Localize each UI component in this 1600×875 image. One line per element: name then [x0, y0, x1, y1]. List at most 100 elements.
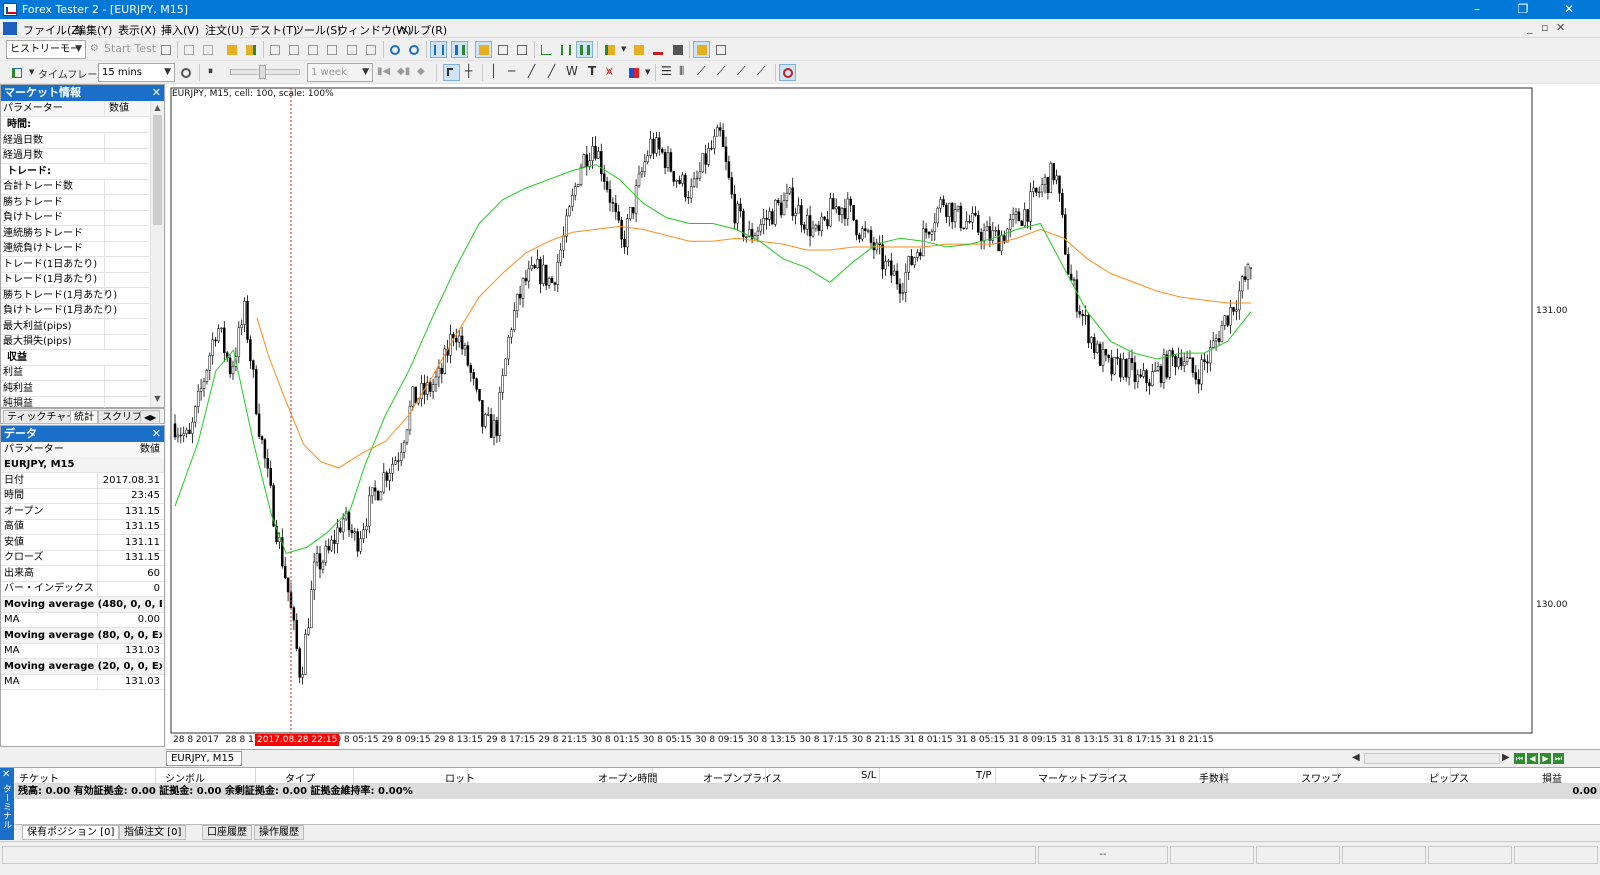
- column-separator[interactable]: [155, 768, 156, 783]
- channel-icon[interactable]: ☰: [661, 64, 672, 78]
- col-tp[interactable]: T/P: [976, 770, 992, 781]
- brush-icon[interactable]: [649, 41, 666, 58]
- zoom-in-icon[interactable]: [386, 41, 403, 58]
- tab-operation-history[interactable]: 操作履歴: [254, 825, 304, 840]
- candle-chart-icon[interactable]: [451, 41, 468, 58]
- scroll-right-icon[interactable]: ▶: [1502, 752, 1510, 763]
- minimize-button[interactable]: –: [1454, 0, 1500, 19]
- column-separator[interactable]: [1108, 768, 1109, 783]
- pending-order-icon[interactable]: [285, 41, 302, 58]
- new-chart-icon[interactable]: [8, 64, 25, 81]
- step-icon[interactable]: ◆▮: [397, 66, 410, 77]
- mdi-restore-button[interactable]: ▫: [1541, 21, 1548, 34]
- zoom-out-icon[interactable]: [405, 41, 422, 58]
- mode-select[interactable]: ヒストリーモード ▼: [6, 40, 86, 72]
- chart-shift-icon[interactable]: [513, 41, 530, 58]
- fibonacci-icon[interactable]: ⩙: [606, 64, 613, 79]
- fib-fan-icon[interactable]: ⟋: [717, 64, 725, 79]
- tab-open-positions[interactable]: 保有ポジション [0]: [22, 825, 120, 840]
- ray-icon[interactable]: ╱: [548, 64, 555, 78]
- vertical-line-icon[interactable]: │: [490, 64, 497, 78]
- col-open-price[interactable]: オープンプライス: [703, 770, 782, 785]
- chart-tab-eurjpy[interactable]: EURJPY, M15: [166, 751, 242, 766]
- menu-tools[interactable]: ツール(S): [293, 22, 342, 38]
- chevron-down-icon[interactable]: ▼: [645, 68, 650, 76]
- chart-hscroll[interactable]: [1364, 753, 1500, 764]
- scrollbar-thumb[interactable]: [153, 115, 162, 225]
- properties-icon[interactable]: [693, 41, 710, 58]
- menu-insert[interactable]: 挿入(V): [161, 22, 199, 38]
- copy-icon[interactable]: [180, 41, 197, 58]
- mdi-minimize-button[interactable]: _: [1527, 21, 1533, 34]
- tab-pending-orders[interactable]: 指値注文 [0]: [119, 825, 187, 840]
- new-order-icon[interactable]: [266, 41, 283, 58]
- list-icon[interactable]: [712, 41, 729, 58]
- mdi-close-button[interactable]: ✕: [1556, 21, 1565, 34]
- check-icon[interactable]: [323, 41, 340, 58]
- indicators-icon[interactable]: [601, 41, 618, 58]
- column-separator[interactable]: [879, 768, 880, 783]
- first-bar-icon[interactable]: ⏮: [1514, 753, 1525, 764]
- column-separator[interactable]: [1337, 768, 1338, 783]
- andrews-icon[interactable]: ⟋: [757, 64, 765, 79]
- trend-line-icon[interactable]: ╱: [528, 64, 535, 78]
- column-separator[interactable]: [652, 768, 653, 783]
- col-commission[interactable]: 手数料: [1199, 770, 1229, 785]
- volume-icon[interactable]: [494, 41, 511, 58]
- shapes-icon[interactable]: [625, 64, 642, 81]
- close-icon[interactable]: ✕: [2, 769, 10, 780]
- chevron-down-icon[interactable]: ▼: [29, 68, 34, 76]
- timeframe-select[interactable]: 15 mins ▼: [98, 63, 175, 82]
- last-bar-icon[interactable]: ⏭: [1553, 753, 1564, 764]
- bars-icon[interactable]: [557, 41, 574, 58]
- col-profit[interactable]: 損益: [1542, 770, 1562, 785]
- menu-help[interactable]: ヘルプ(R): [398, 22, 447, 38]
- chart-plot-area[interactable]: [170, 87, 1533, 734]
- new-project-icon[interactable]: [223, 41, 240, 58]
- paste-icon[interactable]: [199, 41, 216, 58]
- column-separator[interactable]: [353, 768, 354, 783]
- bar-chart-icon[interactable]: [430, 41, 447, 58]
- menu-test[interactable]: テスト(T): [249, 22, 297, 38]
- col-pips[interactable]: ピップス: [1429, 770, 1469, 785]
- tester-settings-icon[interactable]: [157, 41, 174, 58]
- tab-scroll-buttons[interactable]: ◀▶: [140, 410, 161, 424]
- close-order-icon[interactable]: [343, 41, 360, 58]
- fan-icon[interactable]: ⟋: [697, 64, 705, 79]
- magnet-icon[interactable]: [779, 64, 796, 81]
- pointer-icon[interactable]: [443, 64, 460, 81]
- close-icon[interactable]: ✕: [152, 85, 161, 101]
- period-select[interactable]: 1 week ▼: [307, 63, 373, 82]
- line-chart-icon[interactable]: [537, 41, 554, 58]
- column-separator[interactable]: [995, 768, 996, 783]
- col-swap[interactable]: スワップ: [1301, 770, 1341, 785]
- maximize-button[interactable]: ❐: [1500, 0, 1546, 19]
- open-project-icon[interactable]: [242, 41, 259, 58]
- fib-retracement-icon[interactable]: ⦀: [679, 64, 684, 79]
- col-sl[interactable]: S/L: [861, 770, 876, 781]
- gann-icon[interactable]: ⟋: [737, 64, 745, 79]
- grid-icon[interactable]: [475, 41, 492, 58]
- modify-order-icon[interactable]: [304, 41, 321, 58]
- sort-icon[interactable]: [362, 41, 379, 58]
- speed-slider-thumb[interactable]: [259, 65, 266, 79]
- menu-order[interactable]: 注文(U): [205, 22, 244, 38]
- templates-icon[interactable]: [630, 41, 647, 58]
- close-button[interactable]: ✕: [1546, 0, 1592, 19]
- col-lot[interactable]: ロット: [445, 770, 475, 785]
- col-ticket[interactable]: チケット: [19, 770, 59, 785]
- column-separator[interactable]: [765, 768, 766, 783]
- crosshair-icon[interactable]: ┼: [465, 64, 472, 78]
- prev-bar-icon[interactable]: ◀: [1527, 753, 1538, 764]
- price-chart[interactable]: [166, 84, 1600, 749]
- menu-edit[interactable]: 編集(Y): [75, 22, 112, 38]
- close-icon[interactable]: ✕: [152, 426, 161, 442]
- column-separator[interactable]: [1223, 768, 1224, 783]
- menu-view[interactable]: 表示(X): [118, 22, 156, 38]
- start-test-button[interactable]: Start Test: [104, 42, 156, 55]
- col-market-price[interactable]: マーケットプライス: [1038, 770, 1128, 785]
- chevron-down-icon[interactable]: ▼: [621, 45, 626, 53]
- column-separator[interactable]: [255, 768, 256, 783]
- scroll-up-icon[interactable]: ▲: [153, 102, 162, 114]
- chart-window-icon[interactable]: [3, 22, 17, 35]
